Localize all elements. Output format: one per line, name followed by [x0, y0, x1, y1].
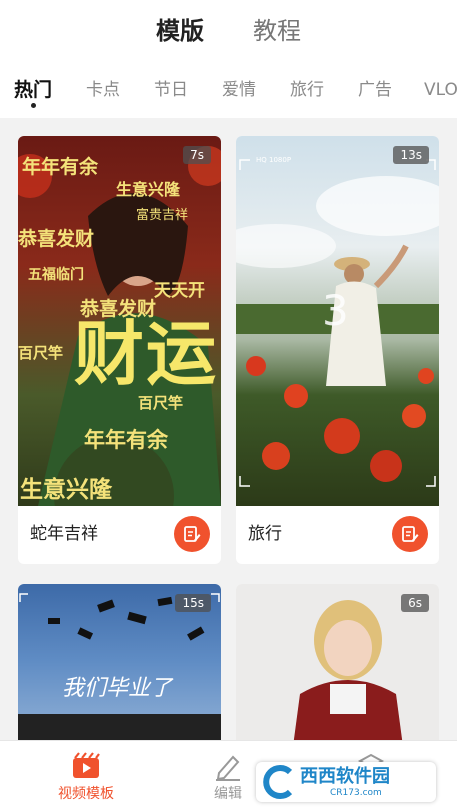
template-title: 旅行 [248, 524, 282, 544]
template-title: 蛇年吉祥 [30, 524, 98, 544]
overlay-text: 天天开 [154, 281, 205, 301]
template-card[interactable]: 我们毕业了 15s [18, 584, 221, 754]
watermark-text: 西西软件园 [300, 766, 390, 787]
template-thumbnail: HQ 1080P 3 13s [236, 136, 439, 506]
header: 模版 教程 热门 卡点 节日 爱情 旅行 广告 VLO [0, 0, 457, 118]
overlay-text: 生意兴隆 [20, 477, 112, 503]
duration-badge: 13s [393, 146, 429, 164]
edit-button[interactable] [174, 516, 210, 552]
duration-badge: 15s [175, 594, 211, 612]
overlay-big-text: 财运 [74, 313, 218, 395]
template-card[interactable]: 年年有余 生意兴隆 恭喜发财 天天开 恭喜发财 财运 年年有余 生意兴隆 五福临… [18, 136, 221, 564]
duration-badge: 7s [183, 146, 211, 164]
edit-button[interactable] [392, 516, 428, 552]
template-thumbnail: 6s [236, 584, 439, 754]
overlay-text: 恭喜发财 [18, 228, 95, 250]
script-title: 我们毕业了 [62, 676, 173, 701]
pencil-icon [216, 755, 240, 781]
edit-icon [402, 526, 419, 542]
tab-tutorials[interactable]: 教程 [253, 14, 301, 48]
category-beat[interactable]: 卡点 [86, 76, 120, 104]
category-love[interactable]: 爱情 [222, 76, 256, 104]
template-thumbnail: 年年有余 生意兴隆 恭喜发财 天天开 恭喜发财 财运 年年有余 生意兴隆 五福临… [18, 136, 221, 506]
category-ads[interactable]: 广告 [358, 76, 392, 104]
edit-icon [184, 526, 201, 542]
overlay-text: 年年有余 [84, 428, 168, 452]
overlay-text: 生意兴隆 [116, 180, 181, 199]
overlay-text: 富贵吉祥 [136, 208, 189, 223]
camera-label: HQ 1080P [256, 156, 292, 164]
category-travel[interactable]: 旅行 [290, 76, 324, 104]
overlay-text: 年年有余 [22, 156, 99, 178]
site-watermark: 西西软件园 CR173.com [256, 762, 436, 802]
active-category-indicator [31, 103, 36, 108]
duration-badge: 6s [401, 594, 429, 612]
video-template-icon [73, 752, 100, 778]
category-hot[interactable]: 热门 [14, 76, 52, 104]
nav-video-templates[interactable]: 视频模板 [31, 741, 141, 812]
watermark-subtext: CR173.com [330, 788, 382, 798]
watermark-logo-icon [263, 765, 293, 799]
tab-templates[interactable]: 模版 [156, 14, 204, 48]
overlay-text: 百尺竿 [138, 394, 184, 412]
category-vlog[interactable]: VLO [424, 76, 457, 104]
nav-label: 视频模板 [58, 786, 114, 802]
category-tabs: 热门 卡点 节日 爱情 旅行 广告 VLO [0, 76, 457, 110]
template-thumbnail: 我们毕业了 15s [18, 584, 221, 754]
countdown-digit: 3 [322, 286, 349, 335]
overlay-text: 五福临门 [28, 267, 84, 283]
template-card[interactable]: 6s [236, 584, 439, 754]
overlay-text: 百尺竿 [18, 344, 64, 362]
category-festival[interactable]: 节日 [154, 76, 188, 104]
template-card[interactable]: HQ 1080P 3 13s 旅行 [236, 136, 439, 564]
